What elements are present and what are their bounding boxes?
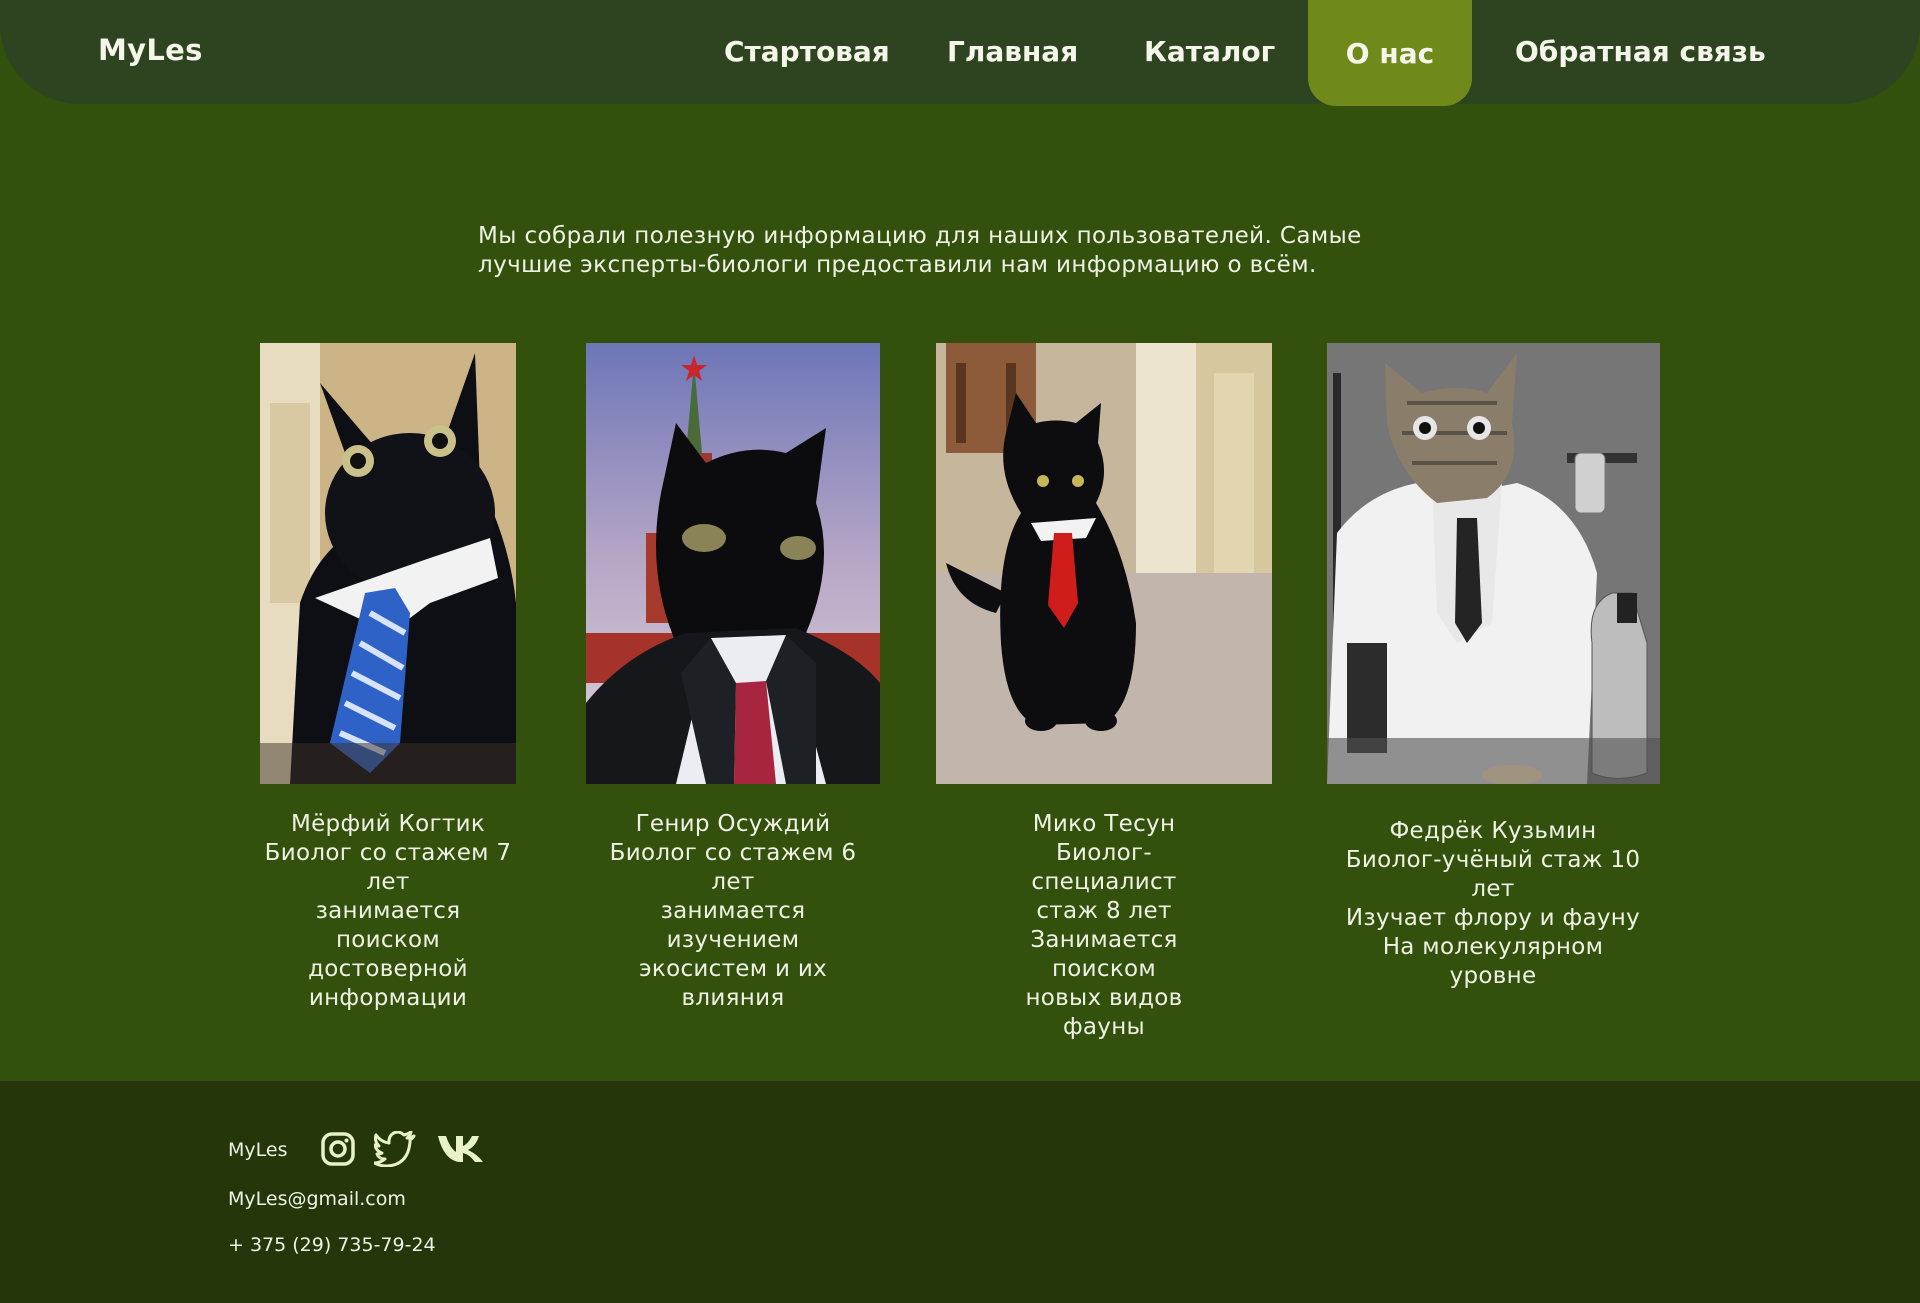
expert-card-1: Мёрфий Когтик Биолог со стажем 7 лет зан… <box>256 810 520 1013</box>
intro-line-1: Мы собрали полезную информацию для наших… <box>478 223 1362 249</box>
cat-photo-striped-tie <box>260 343 516 784</box>
expert-description: Биолог- специалист стаж 8 лет Занимается… <box>1025 840 1183 1040</box>
expert-card-2: Генир Осуждий Биолог со стажем 6 лет зан… <box>598 810 868 1013</box>
expert-photo-3 <box>936 343 1272 784</box>
site-logo[interactable]: MyLes <box>98 33 203 67</box>
expert-photo-2 <box>586 343 880 784</box>
expert-photo-1 <box>260 343 516 784</box>
expert-name: Федрёк Кузьмин <box>1389 818 1597 844</box>
expert-description: Биолог-учёный стаж 10 лет Изучает флору … <box>1345 847 1641 989</box>
expert-description: Биолог со стажем 7 лет занимается поиско… <box>264 840 512 1011</box>
footer-phone[interactable]: + 375 (29) 735-79-24 <box>228 1234 436 1256</box>
expert-name: Мико Тесун <box>1032 811 1176 837</box>
footer-email[interactable]: MyLes@gmail.com <box>228 1188 406 1210</box>
instagram-icon <box>321 1132 355 1166</box>
intro-line-2: лучшие эксперты-биологи предоставили нам… <box>478 252 1317 278</box>
nav-item-catalog[interactable]: Каталог <box>1144 35 1275 68</box>
footer-brand: MyLes <box>228 1139 288 1161</box>
nav-item-start[interactable]: Стартовая <box>724 35 890 68</box>
vk-link[interactable] <box>436 1134 486 1168</box>
expert-description: Биолог со стажем 6 лет занимается изучен… <box>609 840 857 1011</box>
nav-item-about[interactable]: О нас <box>1308 0 1472 106</box>
expert-name: Мёрфий Когтик <box>290 811 486 837</box>
nav-item-about-label: О нас <box>1345 37 1435 70</box>
cat-photo-lab-scientist <box>1327 343 1660 784</box>
intro-text: Мы собрали полезную информацию для наших… <box>478 222 1418 280</box>
twitter-icon <box>372 1130 416 1168</box>
nav-item-main[interactable]: Главная <box>947 35 1078 68</box>
vk-icon <box>438 1136 483 1162</box>
instagram-link[interactable] <box>320 1131 356 1171</box>
cat-photo-red-tie <box>936 343 1272 784</box>
twitter-link[interactable] <box>372 1130 416 1171</box>
expert-name: Генир Осуждий <box>635 811 831 837</box>
nav-item-feedback[interactable]: Обратная связь <box>1515 35 1766 68</box>
cat-photo-suit-kremlin <box>586 343 880 784</box>
expert-card-3: Мико Тесун Биолог- специалист стаж 8 лет… <box>984 810 1224 1042</box>
expert-card-4: Федрёк Кузьмин Биолог-учёный стаж 10 лет… <box>1328 817 1658 991</box>
expert-photo-4 <box>1327 343 1660 784</box>
